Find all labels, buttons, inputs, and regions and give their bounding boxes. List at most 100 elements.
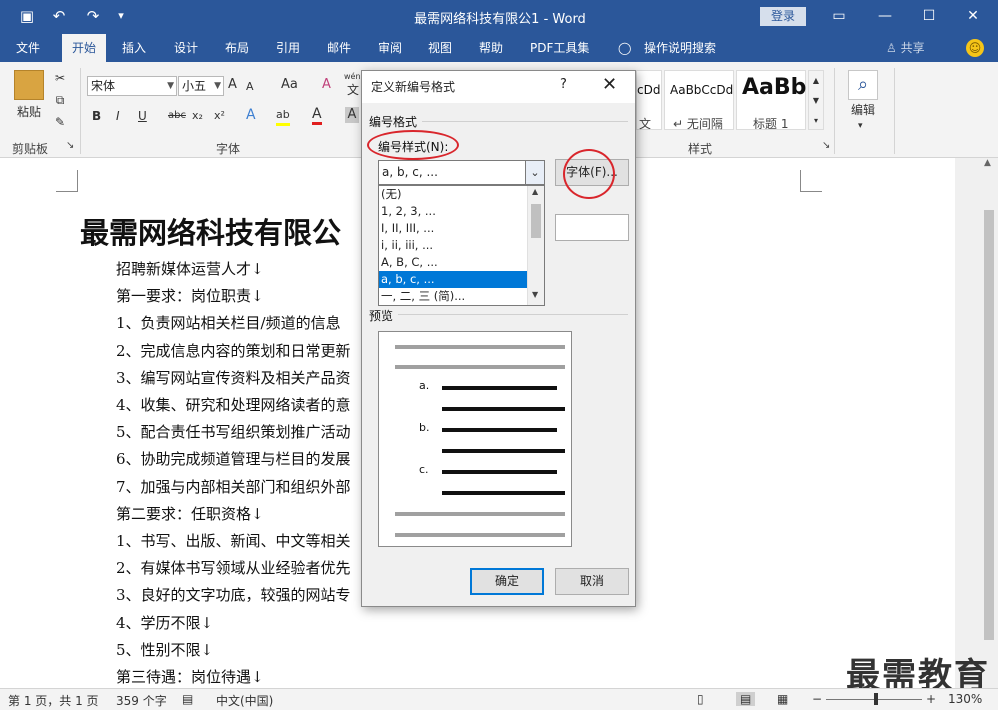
maximize-icon[interactable]: ☐ xyxy=(914,4,944,28)
tab-design[interactable]: 设计 xyxy=(174,39,198,57)
tab-pdf-tools[interactable]: PDF工具集 xyxy=(530,39,589,57)
language-indicator[interactable]: 中文(中国) xyxy=(216,692,273,709)
tab-view[interactable]: 视图 xyxy=(428,39,452,57)
scrollbar-thumb[interactable] xyxy=(984,210,994,640)
number-style-option[interactable]: (无) xyxy=(379,186,527,203)
font-color-button[interactable]: A xyxy=(312,106,322,125)
zoom-in-button[interactable]: + xyxy=(926,692,936,706)
number-style-combo[interactable]: a, b, c, ... ⌄ xyxy=(378,160,545,185)
strikethrough-button[interactable]: abc xyxy=(168,108,186,124)
cancel-button[interactable]: 取消 xyxy=(555,568,629,595)
copy-icon[interactable]: ⧉ xyxy=(52,92,68,108)
tab-review[interactable]: 审阅 xyxy=(378,39,402,57)
cut-icon[interactable]: ✂ xyxy=(52,70,68,86)
preview-line xyxy=(442,470,557,474)
change-case-button[interactable]: Aa xyxy=(281,77,298,93)
tab-file[interactable]: 文件 xyxy=(16,39,40,57)
tell-me-search[interactable]: 操作说明搜索 xyxy=(644,39,716,57)
editing-button[interactable]: 编辑 xyxy=(849,102,877,118)
undo-icon[interactable]: ↶ xyxy=(48,6,70,26)
style-name: 标题 1 xyxy=(753,117,789,131)
style-heading-1[interactable]: AaBb 标题 1 xyxy=(736,70,806,131)
style-normal[interactable]: cDd 文 xyxy=(636,70,662,131)
style-sample: cDd xyxy=(637,83,661,97)
clipboard-group-label: 剪贴板 xyxy=(12,142,49,156)
zoom-slider-thumb[interactable] xyxy=(874,693,878,705)
number-style-option[interactable]: 一, 二, 三 (简)... xyxy=(379,288,527,305)
number-style-list[interactable]: (无) 1, 2, 3, ... I, II, III, ... i, ii, iii… xyxy=(378,185,545,306)
tab-help[interactable]: 帮助 xyxy=(479,39,503,57)
preview-line xyxy=(395,365,565,369)
number-style-option[interactable]: a, b, c, ... xyxy=(379,271,527,288)
zoom-level[interactable]: 130% xyxy=(948,692,982,706)
paragraph-line: 5、配合责任书写组织策划推广活动 xyxy=(116,423,351,442)
proofing-icon[interactable]: ▤ xyxy=(182,692,193,706)
font-name-combo[interactable]: 宋体 ▼ xyxy=(87,76,177,96)
scrollbar-thumb[interactable] xyxy=(531,204,541,238)
redo-icon[interactable]: ↷ xyxy=(82,6,104,26)
ok-button[interactable]: 确定 xyxy=(470,568,544,595)
bold-button[interactable]: B xyxy=(92,108,101,124)
number-style-option[interactable]: I, II, III, ... xyxy=(379,220,527,237)
underline-button[interactable]: U xyxy=(138,108,147,124)
page-count[interactable]: 第 1 页，共 1 页 xyxy=(8,692,99,709)
word-count[interactable]: 359 个字 xyxy=(116,692,167,709)
tab-mailings[interactable]: 邮件 xyxy=(327,39,351,57)
shrink-font-button[interactable]: A xyxy=(246,79,254,95)
minimize-icon[interactable]: — xyxy=(870,4,900,28)
preview-label: 预览 xyxy=(369,309,394,323)
clipboard-launcher-icon[interactable]: ↘ xyxy=(66,140,74,151)
scroll-down-icon[interactable]: ▼ xyxy=(532,290,538,299)
styles-gallery-scroll[interactable]: ▲ ▼ ▾ xyxy=(808,70,824,130)
tab-home[interactable]: 开始 xyxy=(62,34,107,62)
print-layout-icon[interactable]: ▤ xyxy=(736,692,756,706)
styles-launcher-icon[interactable]: ↘ xyxy=(822,140,830,151)
format-painter-icon[interactable]: ✎ xyxy=(52,114,68,130)
close-window-icon[interactable]: ✕ xyxy=(958,4,988,28)
number-style-option[interactable]: A, B, C, ... xyxy=(379,254,527,271)
save-icon[interactable]: ▣ xyxy=(16,6,38,26)
number-style-option[interactable]: i, ii, iii, ... xyxy=(379,237,527,254)
zoom-out-button[interactable]: − xyxy=(812,692,822,706)
subscript-button[interactable]: x₂ xyxy=(192,108,203,124)
paragraph-line: 2、完成信息内容的策划和日常更新 xyxy=(116,341,351,360)
tab-layout[interactable]: 布局 xyxy=(225,39,249,57)
text-effects-button[interactable]: A xyxy=(246,107,256,123)
chevron-down-icon[interactable]: ⌄ xyxy=(525,161,544,184)
superscript-button[interactable]: x² xyxy=(214,108,225,124)
help-icon[interactable]: ? xyxy=(560,77,567,92)
style-name: ↵ 无间隔 xyxy=(673,117,723,131)
tab-references[interactable]: 引用 xyxy=(276,39,300,57)
lightbulb-icon: ◯ xyxy=(618,41,632,55)
separator xyxy=(80,68,81,154)
list-scrollbar[interactable]: ▲ ▼ xyxy=(527,186,544,305)
character-shading-button[interactable]: A xyxy=(345,107,359,123)
vertical-scrollbar[interactable]: ▲ xyxy=(955,158,998,688)
web-layout-icon[interactable]: ▦ xyxy=(777,692,788,706)
scroll-up-icon[interactable]: ▲ xyxy=(532,187,538,196)
phonetic-guide-button[interactable]: wén xyxy=(344,72,361,82)
clipboard-paste-icon[interactable] xyxy=(14,70,44,100)
grow-font-button[interactable]: A xyxy=(228,77,237,93)
scroll-up-icon[interactable]: ▲ xyxy=(984,158,991,168)
tab-insert[interactable]: 插入 xyxy=(122,39,146,57)
preview-marker: a. xyxy=(419,379,430,392)
paste-button[interactable]: 粘贴 xyxy=(12,104,46,120)
share-button[interactable]: ♙ 共享 xyxy=(886,39,925,56)
italic-button[interactable]: I xyxy=(116,108,120,124)
paragraph-line: 第二要求：任职资格↓ xyxy=(116,504,264,523)
styles-group-label: 样式 xyxy=(688,142,713,156)
read-mode-icon[interactable]: ▯ xyxy=(697,692,704,706)
number-format-field[interactable] xyxy=(555,214,629,241)
highlight-button[interactable]: ab xyxy=(276,107,290,126)
font-size-combo[interactable]: 小五 ▼ xyxy=(178,76,224,96)
number-style-option[interactable]: 1, 2, 3, ... xyxy=(379,203,527,220)
login-button[interactable]: 登录 xyxy=(760,7,806,26)
clear-formatting-button[interactable]: A xyxy=(322,77,331,93)
close-icon[interactable]: ✕ xyxy=(602,74,617,95)
customize-toolbar-icon[interactable]: ▾ xyxy=(110,6,132,26)
feedback-smiley-icon[interactable]: ☺ xyxy=(966,39,984,57)
search-icon[interactable]: ⌕ xyxy=(848,70,878,100)
style-no-spacing[interactable]: AaBbCcDd ↵ 无间隔 xyxy=(664,70,734,131)
ribbon-display-options-icon[interactable]: ▭ xyxy=(824,4,854,28)
